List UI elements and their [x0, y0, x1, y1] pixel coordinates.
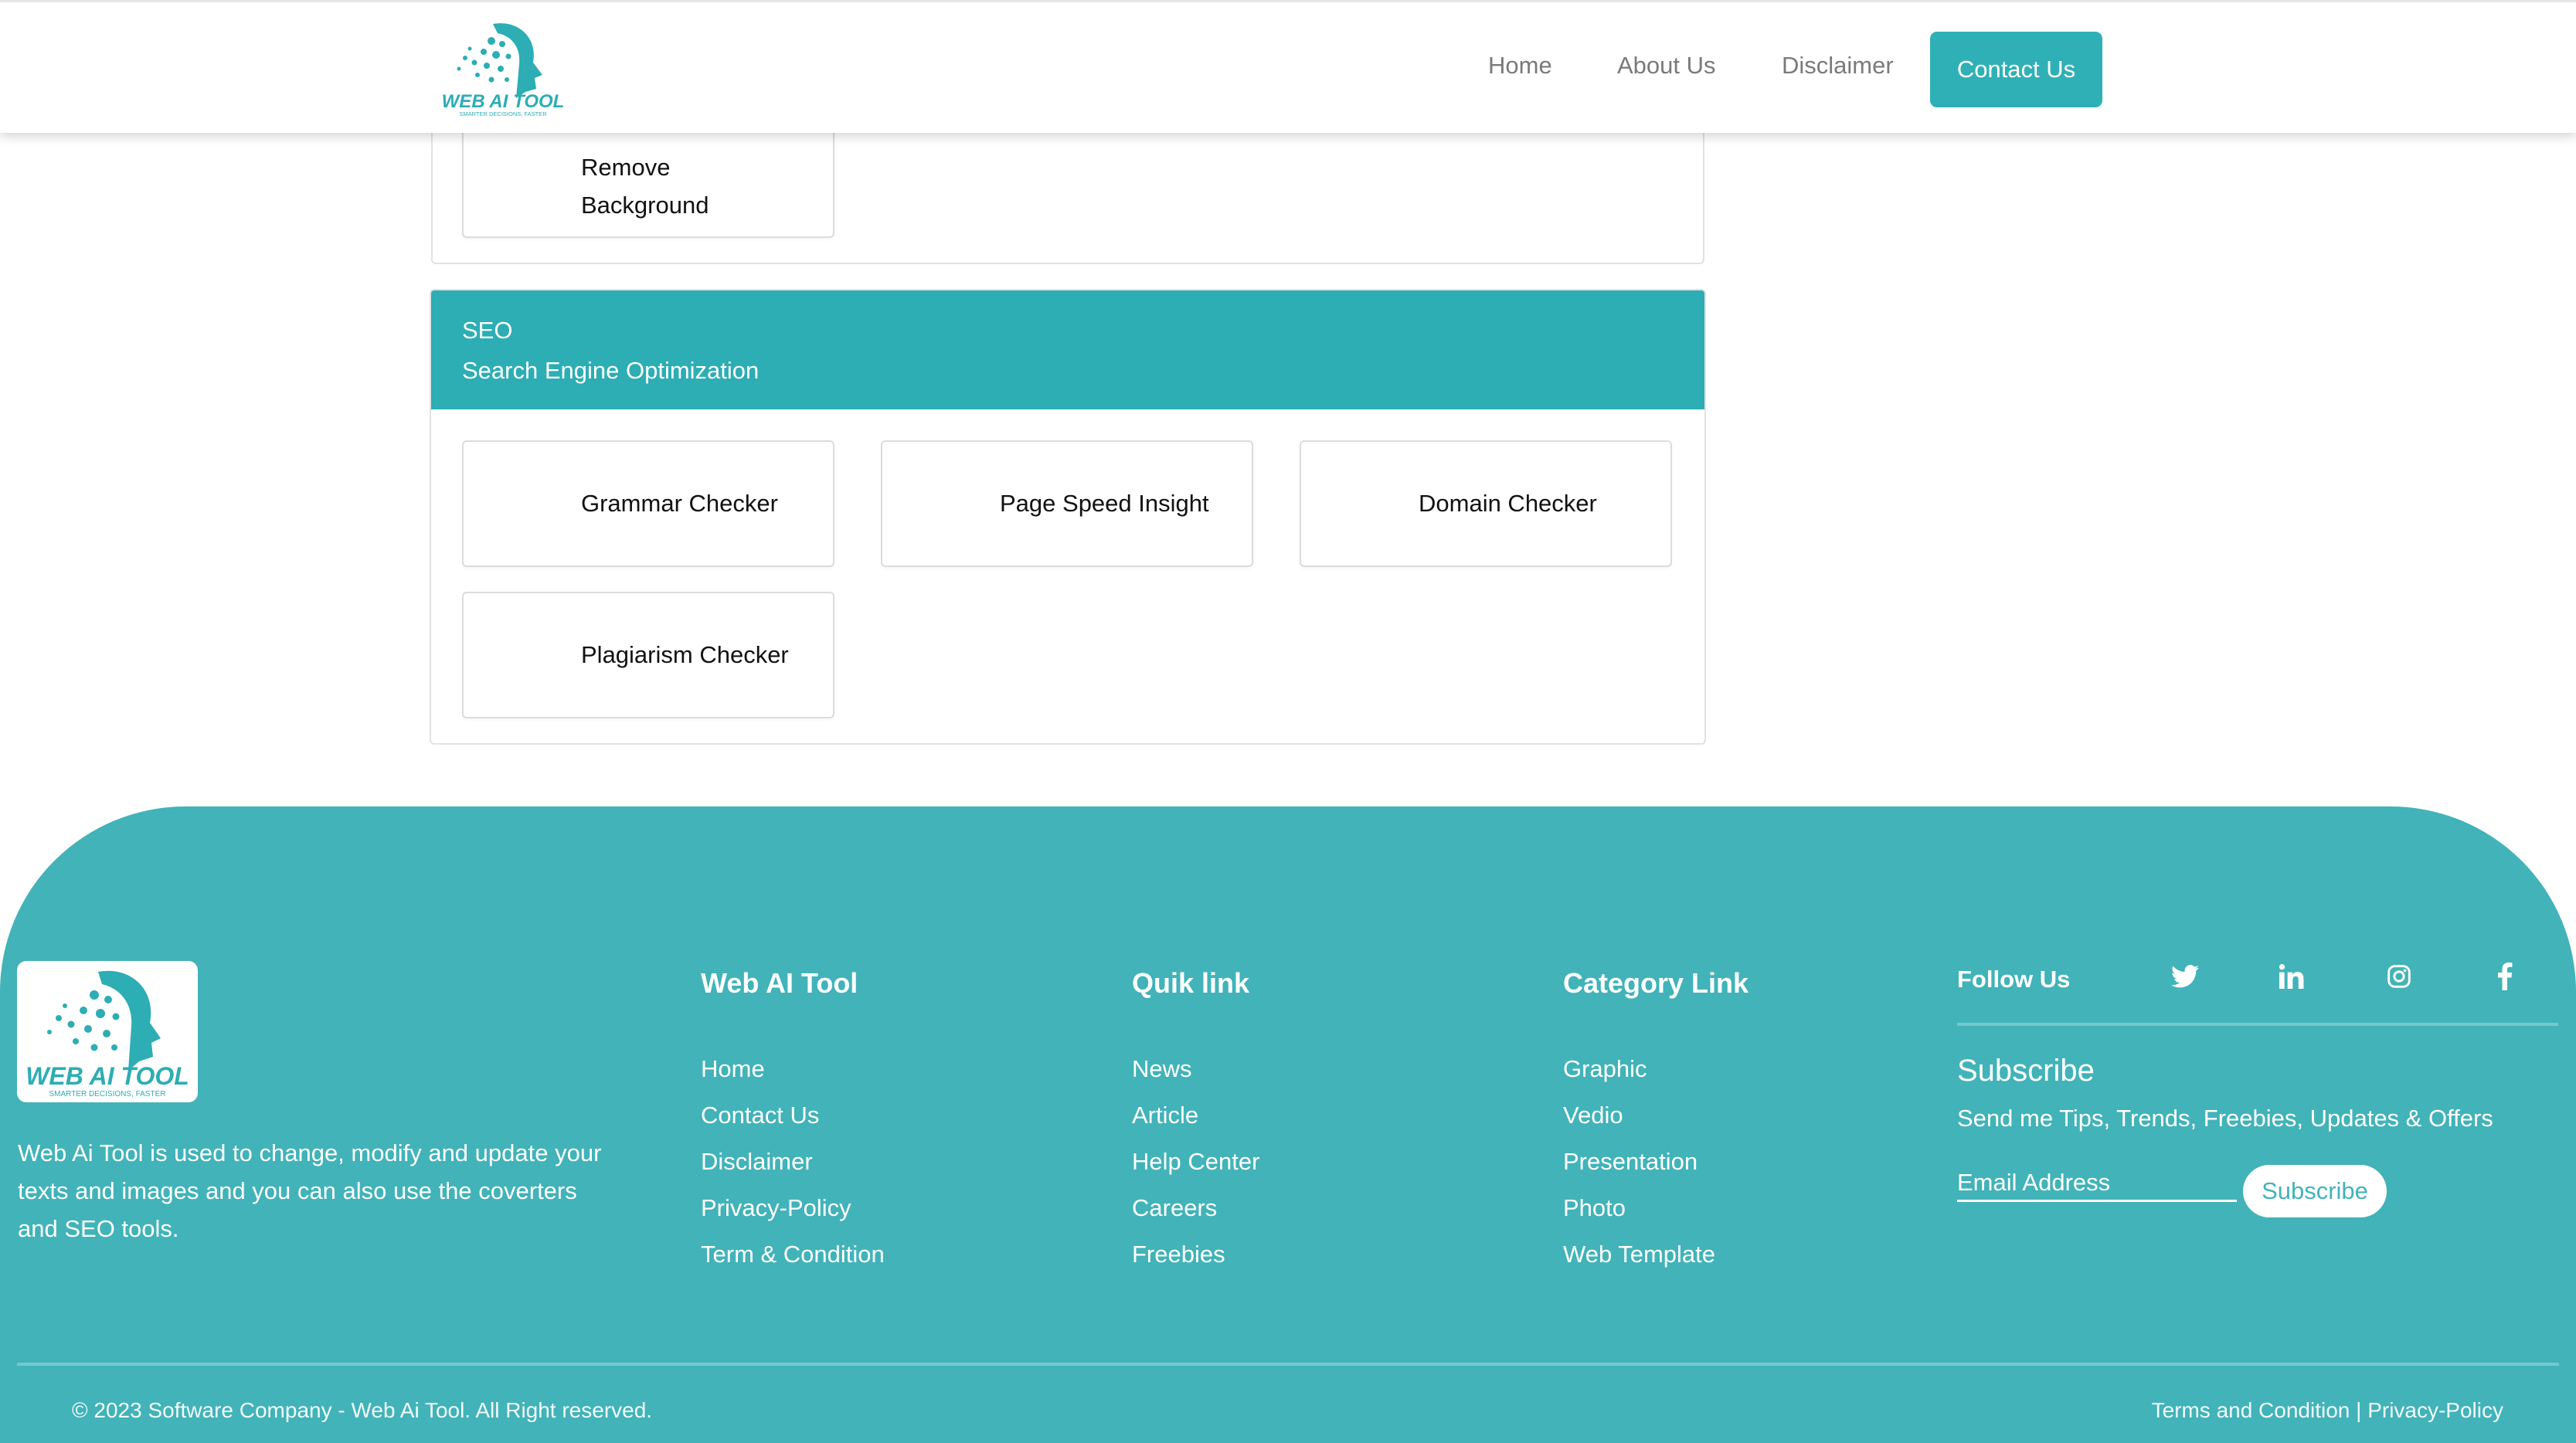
- plagiarism-checker-tool[interactable]: Plagiarism Checker: [462, 592, 834, 718]
- instagram-icon[interactable]: [2381, 958, 2418, 995]
- footer-link-help-center[interactable]: Help Center: [1132, 1148, 1259, 1176]
- tool-label: Plagiarism Checker: [581, 641, 789, 668]
- domain-checker-tool[interactable]: Domain Checker: [1300, 440, 1672, 567]
- footer-link-careers[interactable]: Careers: [1132, 1194, 1217, 1222]
- footer-link-article[interactable]: Article: [1132, 1102, 1198, 1129]
- svg-text:SMARTER DECISIONS, FASTER: SMARTER DECISIONS, FASTER: [459, 110, 547, 117]
- svg-text:WEB AI TOOL: WEB AI TOOL: [442, 91, 565, 112]
- legal-links[interactable]: Terms and Condition | Privacy-Policy: [2152, 1398, 2503, 1423]
- copyright-text: © 2023 Software Company - Web Ai Tool. A…: [72, 1398, 653, 1422]
- footer-link-freebies[interactable]: Freebies: [1132, 1241, 1225, 1268]
- nav-home[interactable]: Home: [1488, 52, 1552, 80]
- tool-label: Remove Background: [581, 154, 709, 219]
- footer-col-title-web-ai-tool: Web AI Tool: [701, 967, 858, 999]
- twitter-icon[interactable]: [2166, 958, 2204, 995]
- footer-link-privacy-policy[interactable]: Privacy-Policy: [701, 1194, 851, 1222]
- page: WEB AI TOOL SMARTER DECISIONS, FASTER Ho…: [0, 0, 2576, 1443]
- footer-col-title-quik-link: Quik link: [1132, 967, 1250, 999]
- site-logo[interactable]: WEB AI TOOL SMARTER DECISIONS, FASTER: [439, 18, 567, 117]
- seo-card-header: SEO Search Engine Optimization: [431, 290, 1704, 409]
- nav-disclaimer[interactable]: Disclaimer: [1782, 52, 1894, 80]
- subscribe-button[interactable]: Subscribe: [2243, 1165, 2387, 1217]
- footer-link-presentation[interactable]: Presentation: [1563, 1148, 1698, 1176]
- footer-link-web-template[interactable]: Web Template: [1563, 1241, 1715, 1268]
- nav-about-us[interactable]: About Us: [1617, 52, 1716, 80]
- follow-divider: [1957, 1023, 2558, 1026]
- footer-link-news[interactable]: News: [1132, 1055, 1192, 1083]
- facebook-icon[interactable]: [2486, 958, 2523, 995]
- footer-link-contact-us[interactable]: Contact Us: [701, 1102, 819, 1129]
- footer-description: Web Ai Tool is used to change, modify an…: [18, 1139, 602, 1242]
- follow-us-label: Follow Us: [1957, 966, 2071, 993]
- footer-link-home[interactable]: Home: [701, 1055, 765, 1083]
- footer-divider: [17, 1363, 2559, 1366]
- subscribe-description: Send me Tips, Trends, Freebies, Updates …: [1957, 1105, 2493, 1132]
- email-field[interactable]: [1957, 1165, 2237, 1202]
- footer-link-term-condition[interactable]: Term & Condition: [701, 1241, 885, 1268]
- footer-logo[interactable]: WEB AI TOOL SMARTER DECISIONS, FASTER: [17, 961, 198, 1102]
- tool-label: Domain Checker: [1419, 490, 1597, 517]
- linkedin-icon[interactable]: [2273, 958, 2310, 995]
- seo-title: SEO: [462, 317, 513, 344]
- svg-text:WEB AI TOOL: WEB AI TOOL: [25, 1062, 189, 1090]
- head-logo-icon: WEB AI TOOL SMARTER DECISIONS, FASTER: [25, 970, 189, 1098]
- tool-label: Grammar Checker: [581, 490, 778, 517]
- site-header: WEB AI TOOL SMARTER DECISIONS, FASTER Ho…: [0, 0, 2576, 133]
- svg-text:SMARTER DECISIONS, FASTER: SMARTER DECISIONS, FASTER: [49, 1090, 166, 1098]
- grammar-checker-tool[interactable]: Grammar Checker: [462, 440, 834, 567]
- page-speed-insight-tool[interactable]: Page Speed Insight: [881, 440, 1253, 567]
- head-logo-icon: WEB AI TOOL SMARTER DECISIONS, FASTER: [442, 23, 565, 117]
- subscribe-title: Subscribe: [1957, 1054, 2095, 1088]
- footer-link-graphic[interactable]: Graphic: [1563, 1055, 1647, 1083]
- contact-us-button[interactable]: Contact Us: [1930, 32, 2102, 107]
- tool-label: Page Speed Insight: [1000, 490, 1209, 517]
- footer-link-disclaimer[interactable]: Disclaimer: [701, 1148, 813, 1176]
- footer-link-photo[interactable]: Photo: [1563, 1194, 1626, 1222]
- site-footer: WEB AI TOOL SMARTER DECISIONS, FASTER We…: [0, 806, 2576, 1443]
- footer-link-vedio[interactable]: Vedio: [1563, 1102, 1623, 1129]
- seo-subtitle: Search Engine Optimization: [462, 357, 760, 384]
- footer-col-title-category-link: Category Link: [1563, 967, 1749, 999]
